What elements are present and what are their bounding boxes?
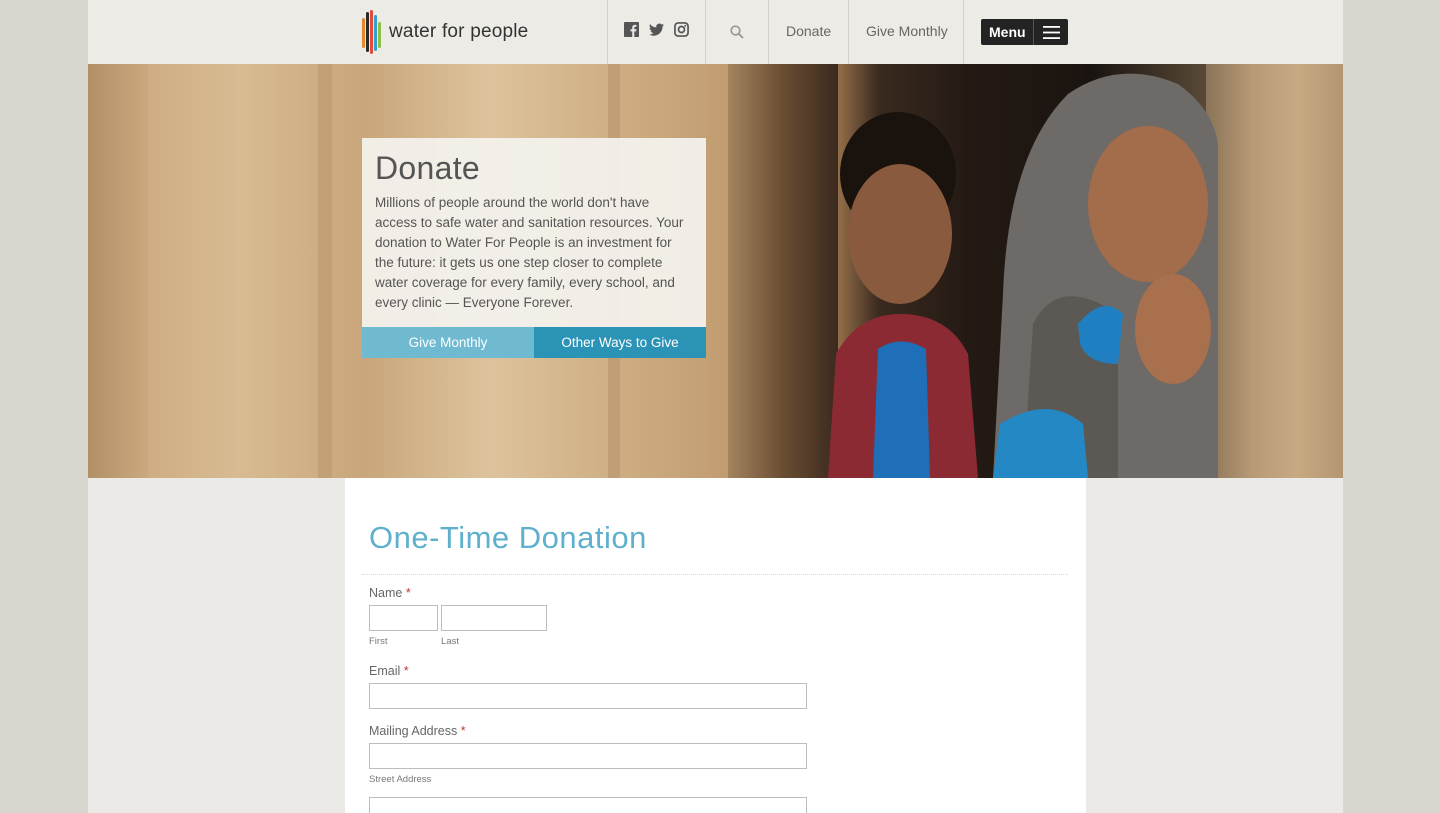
header-divider xyxy=(768,0,769,64)
street-address-sublabel: Street Address xyxy=(369,774,432,785)
name-label-text: Name xyxy=(369,586,403,600)
email-label: Email * xyxy=(369,664,409,678)
hero-banner: Donate Millions of people around the wor… xyxy=(88,64,1343,478)
hero-title: Donate xyxy=(375,150,480,186)
email-label-text: Email xyxy=(369,664,401,678)
header-divider xyxy=(848,0,849,64)
required-mark: * xyxy=(403,664,409,678)
site-header: water for people Donate Give Monthly Men… xyxy=(88,0,1343,64)
wood-plank-decoration xyxy=(318,64,332,478)
page: Donate Millions of people around the wor… xyxy=(88,0,1343,813)
twitter-icon[interactable] xyxy=(649,22,664,37)
form-title: One-Time Donation xyxy=(369,520,647,555)
donate-card: Donate Millions of people around the wor… xyxy=(362,138,706,358)
last-name-input[interactable] xyxy=(441,605,547,631)
form-divider xyxy=(362,574,1068,575)
first-name-sublabel: First xyxy=(369,636,388,647)
mailing-address-label: Mailing Address * xyxy=(369,724,466,738)
social-links xyxy=(624,22,689,37)
search-icon[interactable] xyxy=(730,25,744,39)
last-name-sublabel: Last xyxy=(441,636,459,647)
facebook-icon[interactable] xyxy=(624,22,639,37)
site-logo[interactable]: water for people xyxy=(362,9,528,55)
give-monthly-button[interactable]: Give Monthly xyxy=(362,327,534,358)
name-label: Name * xyxy=(369,586,411,600)
other-ways-to-give-button[interactable]: Other Ways to Give xyxy=(534,327,706,358)
hamburger-icon xyxy=(1033,19,1068,45)
address-line-2-input[interactable] xyxy=(369,797,807,813)
header-divider xyxy=(705,0,706,64)
header-divider xyxy=(607,0,608,64)
menu-button[interactable]: Menu xyxy=(981,19,1068,45)
nav-donate-link[interactable]: Donate xyxy=(786,23,831,39)
email-input[interactable] xyxy=(369,683,807,709)
required-mark: * xyxy=(405,586,411,600)
logo-mark-icon xyxy=(362,10,381,54)
hero-description: Millions of people around the world don'… xyxy=(375,195,684,310)
header-divider xyxy=(963,0,964,64)
street-address-input[interactable] xyxy=(369,743,807,769)
card-button-group: Give Monthly Other Ways to Give xyxy=(362,327,706,358)
wood-plank-decoration xyxy=(1206,64,1343,478)
instagram-icon[interactable] xyxy=(674,22,689,37)
logo-text: water for people xyxy=(389,21,529,42)
nav-give-monthly-link[interactable]: Give Monthly xyxy=(866,23,948,39)
donation-form-panel: One-Time Donation Name * First Last Emai… xyxy=(345,478,1086,813)
required-mark: * xyxy=(460,724,466,738)
children-photo xyxy=(828,73,1218,478)
first-name-input[interactable] xyxy=(369,605,438,631)
menu-label: Menu xyxy=(989,24,1026,40)
wood-plank-decoration xyxy=(88,64,148,478)
mailing-address-label-text: Mailing Address xyxy=(369,724,458,738)
